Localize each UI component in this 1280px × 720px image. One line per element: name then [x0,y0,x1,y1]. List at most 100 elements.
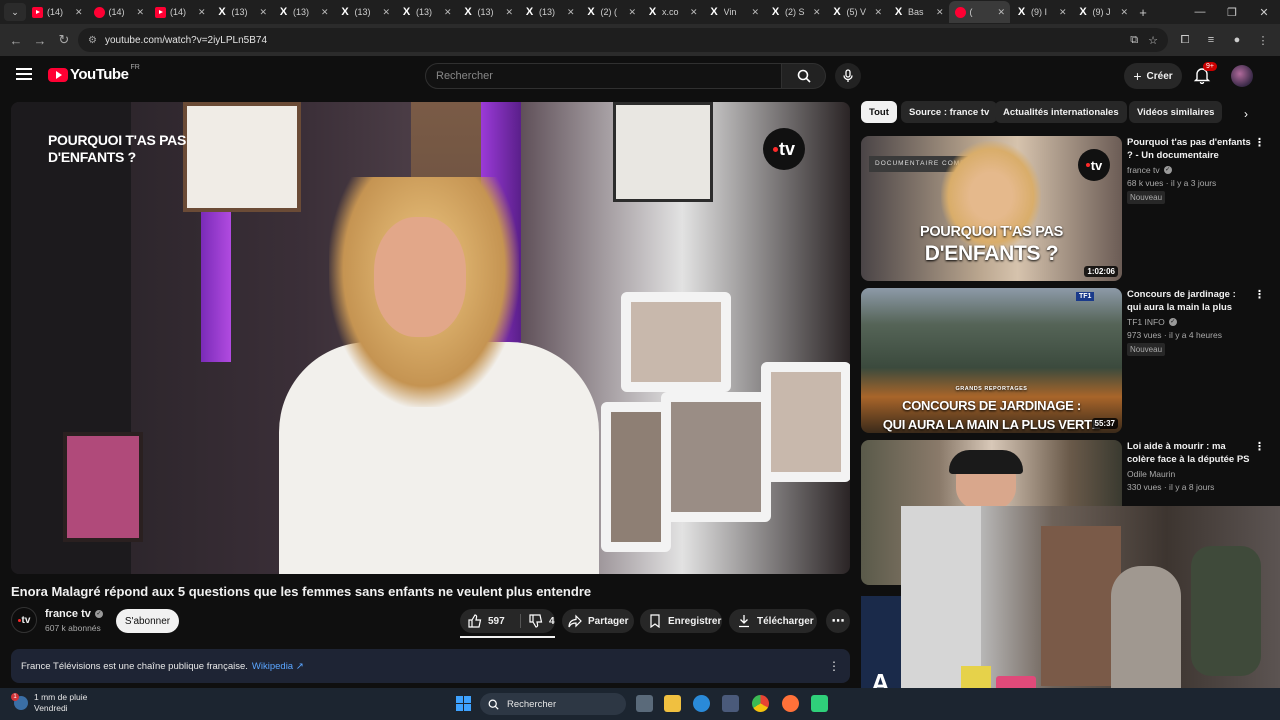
recommendation-title[interactable]: Concours de jardinage : qui aura la main… [1127,288,1252,314]
youtube-logo[interactable]: YouTube FR [48,64,140,83]
video-player[interactable]: POURQUOI T'AS PAS D'ENFANTS ? tv [11,102,850,574]
taskbar-search[interactable]: Rechercher [480,693,626,715]
tab-close-icon[interactable]: ✕ [321,7,329,18]
more-actions-button[interactable]: ⋯ [826,609,850,633]
site-info-icon[interactable]: ⚙ [88,35,97,46]
browser-tab[interactable]: Xx.co ✕ [641,1,703,23]
account-avatar[interactable] [1231,65,1253,87]
browser-tab[interactable]: X (13) ✕ [457,1,519,23]
tab-close-icon[interactable]: ✕ [751,7,759,18]
browser-tab[interactable]: (14) ✕ [149,1,211,23]
browser-tab[interactable]: (14) ✕ [26,1,88,23]
browser-tab[interactable]: X Vin ✕ [703,1,765,23]
like-button[interactable]: 597 [468,614,520,628]
close-window-button[interactable]: ✕ [1248,6,1280,19]
recommendation-channel[interactable]: france tv ✓ [1127,165,1172,175]
tab-close-icon[interactable]: ✕ [198,7,206,18]
tab-close-icon[interactable]: ✕ [1120,7,1128,18]
chrome-icon[interactable] [752,695,769,712]
maximize-button[interactable]: ❐ [1216,6,1248,19]
install-app-icon[interactable]: ⧉ [1130,34,1138,47]
channel-name-link[interactable]: france tv ✓ [45,608,103,620]
recommendation-item[interactable]: TF1 GRANDS REPORTAGES CONCOURS DE JARDIN… [861,288,1273,433]
subscribe-button[interactable]: S'abonner [116,609,179,633]
tab-close-icon[interactable]: ✕ [136,7,144,18]
filter-chip[interactable]: Tout [861,101,897,123]
browser-menu-icon[interactable]: ⋮ [1252,34,1274,47]
recommendation-thumbnail-partial[interactable]: A [861,596,901,688]
share-button[interactable]: Partager [562,609,634,633]
browser-tab[interactable]: X (13) ✕ [272,1,334,23]
reload-button[interactable]: ↻ [52,32,76,48]
new-tab-button[interactable]: + [1133,5,1153,20]
forward-button[interactable]: → [28,33,52,48]
browser-tab[interactable]: X (13) ✕ [395,1,457,23]
browser-tab[interactable]: X (13) ✕ [518,1,580,23]
menu-icon[interactable] [16,68,32,80]
recommendation-title[interactable]: Loi aide à mourir : ma colère face à la … [1127,440,1252,466]
windows-start-icon[interactable] [456,696,471,711]
tab-close-icon[interactable]: ✕ [567,7,575,18]
minimize-button[interactable]: — [1184,6,1216,18]
recommendation-menu-icon[interactable]: ⋮ [1254,440,1265,453]
browser-tab[interactable]: X (9) I ✕ [1010,1,1072,23]
tab-close-icon[interactable]: ✕ [259,7,267,18]
filter-chip[interactable]: Vidéos similaires [1129,101,1223,123]
browser-tab[interactable]: X (2) S ✕ [764,1,826,23]
profile-icon[interactable]: ● [1226,34,1248,46]
browser-tab[interactable]: X (5) V ✕ [826,1,888,23]
task-view-icon[interactable] [636,695,653,712]
filter-chip[interactable]: Source : france tv [901,101,998,123]
recommendation-menu-icon[interactable]: ⋮ [1254,136,1265,149]
browser-tab[interactable]: X (13) ✕ [334,1,396,23]
download-button[interactable]: Télécharger [729,609,817,633]
store-icon[interactable] [722,695,739,712]
recommendation-channel[interactable]: TF1 INFO ✓ [1127,317,1177,327]
dislike-button[interactable]: 4 [529,614,555,628]
search-button[interactable] [782,63,826,89]
recommendation-thumbnail[interactable]: TF1 GRANDS REPORTAGES CONCOURS DE JARDIN… [861,288,1122,433]
browser-tab[interactable]: X (2) (✕ [580,1,642,23]
voice-search-button[interactable] [835,63,861,89]
browser-tab[interactable]: (14) ✕ [88,1,150,23]
tab-close-icon[interactable]: ✕ [444,7,452,18]
wikipedia-link[interactable]: Wikipedia ↗ [252,661,304,672]
tab-close-icon[interactable]: ✕ [936,7,944,18]
tab-close-icon[interactable]: ✕ [690,7,698,18]
browser-tab[interactable]: X Bas ✕ [887,1,949,23]
tab-close-icon[interactable]: ✕ [75,7,83,18]
browser-tab[interactable]: (✕ [948,1,1010,23]
tab-close-icon[interactable]: ✕ [1059,7,1067,18]
bookmark-star-icon[interactable]: ☆ [1148,34,1158,47]
edge-icon[interactable] [693,695,710,712]
recommendation-channel[interactable]: Odile Maurin [1127,469,1175,479]
tab-close-icon[interactable]: ✕ [505,7,513,18]
recommendation-item[interactable]: DOCUMENTAIRE COMPLET POURQUOI T'AS PAS D… [861,136,1273,281]
firefox-icon[interactable] [782,695,799,712]
tab-close-icon[interactable]: ✕ [874,7,882,18]
search-input[interactable]: Rechercher [425,63,782,89]
back-button[interactable]: ← [4,33,28,48]
media-control-icon[interactable]: ≡ [1200,34,1222,46]
address-bar[interactable]: ⚙ youtube.com/watch?v=2iyLPLn5B74 ⧉ ☆ [78,28,1168,52]
tab-close-icon[interactable]: ✕ [628,7,636,18]
channel-avatar[interactable]: tv [11,607,37,633]
chips-next-arrow-icon[interactable]: › [1236,104,1256,124]
tab-close-icon[interactable]: ✕ [813,7,821,18]
recommendation-thumbnail[interactable]: DOCUMENTAIRE COMPLET POURQUOI T'AS PAS D… [861,136,1122,281]
app-icon[interactable] [811,695,828,712]
filter-chip[interactable]: Actualités internationales [995,101,1127,123]
browser-tab[interactable]: X (9) J ✕ [1072,1,1134,23]
tab-search-button[interactable]: ⌄ [4,3,26,21]
info-menu-icon[interactable]: ⋮ [828,659,840,673]
extensions-icon[interactable]: ⧠ [1174,34,1196,47]
recommendation-menu-icon[interactable]: ⋮ [1254,288,1265,301]
notifications-button[interactable]: 9+ [1193,62,1217,86]
recommendation-title[interactable]: Pourquoi t'as pas d'enfants ? - Un docum… [1127,136,1252,162]
file-explorer-icon[interactable] [664,695,681,712]
save-button[interactable]: Enregistrer [640,609,722,633]
browser-tab[interactable]: X (13) ✕ [211,1,273,23]
tab-close-icon[interactable]: ✕ [382,7,390,18]
weather-widget[interactable]: 1 mm de pluie Vendredi [11,692,87,714]
tab-close-icon[interactable]: ✕ [997,7,1005,18]
